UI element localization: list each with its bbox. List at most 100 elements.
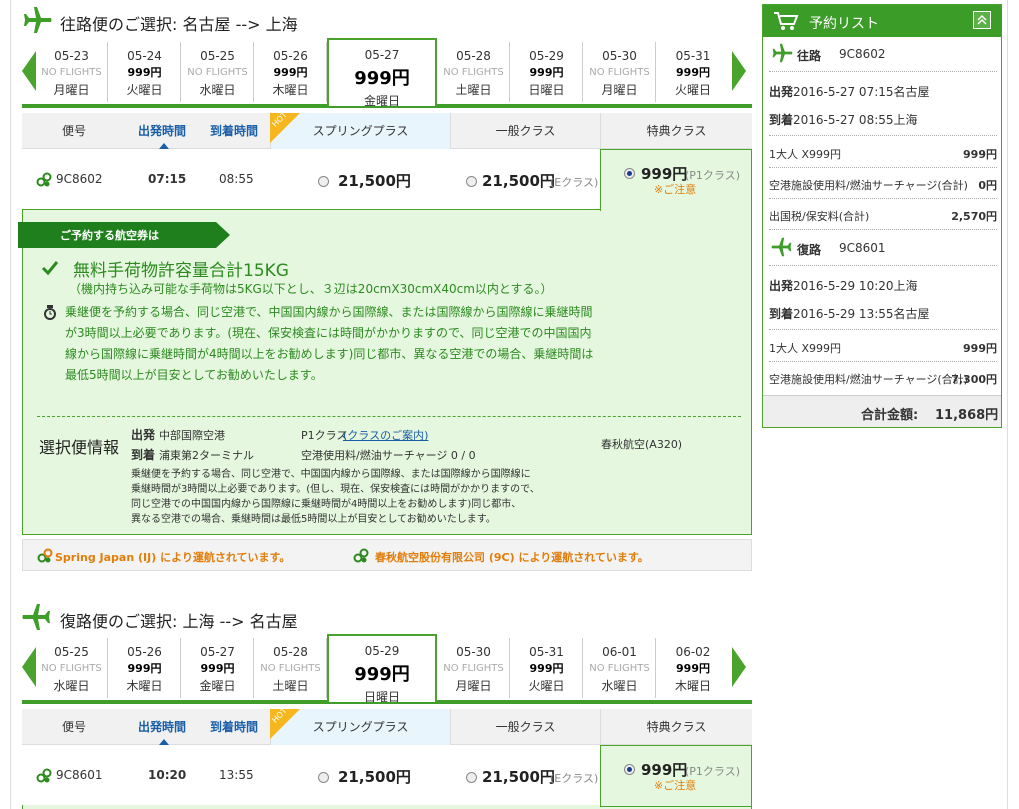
divider — [769, 71, 997, 72]
date-weekday: 月曜日 — [601, 83, 638, 97]
outbound-dep: 出発2016-5-27 07:15名古屋 — [769, 83, 997, 100]
arr-value: 2016-5-29 13:55名古屋 — [793, 307, 930, 321]
small-note-line: 乗継時間が3時間以上必要であります。(但し、現在、保安検査には時間がかかりますの… — [131, 484, 540, 495]
selected-date-cell[interactable]: 05-29 999円 日曜日 — [327, 634, 437, 704]
date-cell[interactable]: 05-26 999円 木曜日 — [255, 42, 327, 102]
date-label: 05-24 — [127, 49, 162, 63]
check-icon — [41, 261, 59, 276]
date-label: 05-31 — [675, 49, 711, 63]
next-arrow-icon[interactable] — [732, 51, 746, 91]
next-arrow-icon[interactable] — [732, 647, 746, 687]
prev-arrow-icon[interactable] — [22, 647, 36, 687]
spring-plus-price: 21,500円 — [338, 768, 411, 786]
date-label: 05-30 — [456, 645, 491, 659]
total-label: 合計金額: — [861, 408, 919, 423]
plane-icon — [22, 604, 50, 630]
date-cell[interactable]: 05-31 999円 火曜日 — [511, 638, 583, 698]
total-amount: 11,868円 — [935, 408, 999, 423]
collapse-button[interactable] — [973, 11, 991, 29]
date-cell[interactable]: 05-25 NO FLIGHTS 水曜日 — [182, 42, 254, 102]
hot-badge: HOT — [270, 706, 300, 739]
class-label: P1クラス — [301, 429, 348, 442]
date-cell[interactable]: 05-26 999円 木曜日 — [109, 638, 181, 698]
col-arr-time[interactable]: 到着時間 — [198, 113, 270, 149]
surcharge-info: 空港使用料/燃油サーチャージ 0 / 0 — [301, 449, 476, 462]
col-flight-no: 便号 — [61, 124, 86, 138]
date-label: 05-27 — [364, 48, 400, 62]
caution-note[interactable]: ※ご注意 — [654, 181, 696, 197]
selected-date-cell[interactable]: 05-27 999円 金曜日 — [327, 38, 437, 108]
ticket-detail-panel: 無料手荷物許容量合計15KG （機内持ち込み可能な手荷物は5KG以下とし、３辺は… — [22, 209, 752, 535]
fare-radio-normal[interactable] — [466, 176, 477, 187]
reservation-sidebar: 予約リスト 往路 9C8602 出発2016-5-27 07:15名古屋 到着2… — [762, 4, 1002, 428]
dep-time: 10:20 — [148, 768, 187, 782]
plane-icon — [24, 7, 52, 33]
divider — [769, 361, 997, 362]
date-cell[interactable]: 05-23 NO FLIGHTS 月曜日 — [36, 42, 108, 102]
col-normal: 一般クラス — [450, 709, 600, 745]
date-cell[interactable]: 05-24 999円 火曜日 — [109, 42, 181, 102]
tax-amount: 2,570円 — [951, 210, 997, 223]
selected-fare-box[interactable]: 999円 (P1クラス) ※ご注意 — [600, 745, 752, 807]
arr-value: 2016-5-27 08:55上海 — [793, 113, 918, 127]
date-cell[interactable]: 06-01 NO FLIGHTS 水曜日 — [584, 638, 656, 698]
return-dep: 出発2016-5-29 10:20上海 — [769, 277, 997, 294]
dep-label: 出発 — [769, 279, 794, 293]
outbound-flight: 9C8602 — [839, 47, 886, 61]
selected-fare-box[interactable]: 999円 (P1クラス) ※ご注意 — [600, 149, 752, 211]
clock-icon — [44, 305, 56, 320]
date-weekday: 月曜日 — [53, 83, 90, 97]
selected-flight-info-label: 選択便情報 — [39, 438, 120, 457]
date-weekday: 土曜日 — [272, 679, 309, 693]
date-price: 999円 — [273, 66, 308, 79]
date-cell[interactable]: 05-28 NO FLIGHTS 土曜日 — [255, 638, 327, 698]
col-arr-time[interactable]: 到着時間 — [198, 709, 270, 745]
spring-airlines-icon — [36, 172, 52, 187]
small-note-line: 異なる空港での場合、乗継時間は最低5時間以上が目安としてお勧めいたします。 — [131, 514, 496, 525]
date-cell[interactable]: 06-02 999円 木曜日 — [657, 638, 729, 698]
date-price: NO FLIGHTS — [41, 663, 102, 674]
date-cell[interactable]: 05-30 NO FLIGHTS 月曜日 — [584, 42, 656, 102]
date-price: NO FLIGHTS — [260, 663, 321, 674]
date-cell[interactable]: 05-29 999円 日曜日 — [511, 42, 583, 102]
spring-airlines-icon — [353, 548, 369, 563]
fare-radio-special[interactable] — [624, 168, 635, 179]
small-note-line: 同じ空港での中国国内線から国際線に乗継時間が4時間以上をお勧めします)同じ都市、 — [131, 499, 522, 510]
transfer-line: 最低5時間以上が目安としてお勧めいたします。 — [65, 368, 323, 382]
date-price: 999円 — [676, 662, 710, 675]
right-border — [1007, 0, 1008, 809]
arr-label: 到着 — [131, 448, 156, 462]
ribbon-label: ご予約する航空券は — [60, 229, 159, 242]
class-guide-link[interactable]: (クラスのご案内) — [343, 427, 428, 443]
col-normal: 一般クラス — [450, 113, 600, 149]
fare-radio-normal[interactable] — [466, 772, 477, 783]
return-arr: 到着2016-5-29 13:55名古屋 — [769, 305, 997, 322]
date-cell[interactable]: 05-28 NO FLIGHTS 土曜日 — [438, 42, 510, 102]
dashed-divider — [37, 416, 741, 417]
caution-note[interactable]: ※ご注意 — [654, 777, 696, 793]
return-table-header: 便号 出発時間 到着時間 スプリングプラス HOT 一般クラス 特典クラス — [22, 706, 752, 745]
return-flight: 9C8601 — [839, 241, 886, 255]
date-price: NO FLIGHTS — [41, 67, 102, 78]
chevron-up-icon — [977, 14, 987, 25]
operated-ij: Spring Japan (IJ) により運航されています。 — [55, 551, 291, 564]
date-weekday: 火曜日 — [674, 83, 711, 97]
fare-radio-special[interactable] — [624, 764, 635, 775]
date-cell[interactable]: 05-27 999円 金曜日 — [182, 638, 254, 698]
prev-arrow-icon[interactable] — [22, 51, 36, 91]
fare-radio-spring-plus[interactable] — [318, 176, 329, 187]
dep-value: 2016-5-27 07:15名古屋 — [793, 85, 930, 99]
cart-icon — [774, 12, 799, 30]
date-label: 06-01 — [602, 645, 637, 659]
sidebar-header: 予約リスト — [763, 5, 1001, 37]
date-label: 05-27 — [200, 645, 235, 659]
date-price: 999円 — [676, 66, 710, 79]
page-root: 往路便のご選択: 名古屋 --> 上海 05-23 NO FLIGHTS 月曜日 0… — [0, 0, 1019, 809]
date-cell[interactable]: 05-30 NO FLIGHTS 月曜日 — [438, 638, 510, 698]
fare-radio-spring-plus[interactable] — [318, 772, 329, 783]
date-label: 05-26 — [127, 645, 162, 659]
transfer-line: 乗継便を予約する場合、同じ空港で、中国国内線から国際線、または国際線から国際線に… — [65, 305, 593, 319]
date-cell[interactable]: 05-25 NO FLIGHTS 水曜日 — [36, 638, 108, 698]
date-cell[interactable]: 05-31 999円火曜日 — [657, 42, 729, 102]
outbound-pax-amount: 999円 — [963, 148, 997, 161]
